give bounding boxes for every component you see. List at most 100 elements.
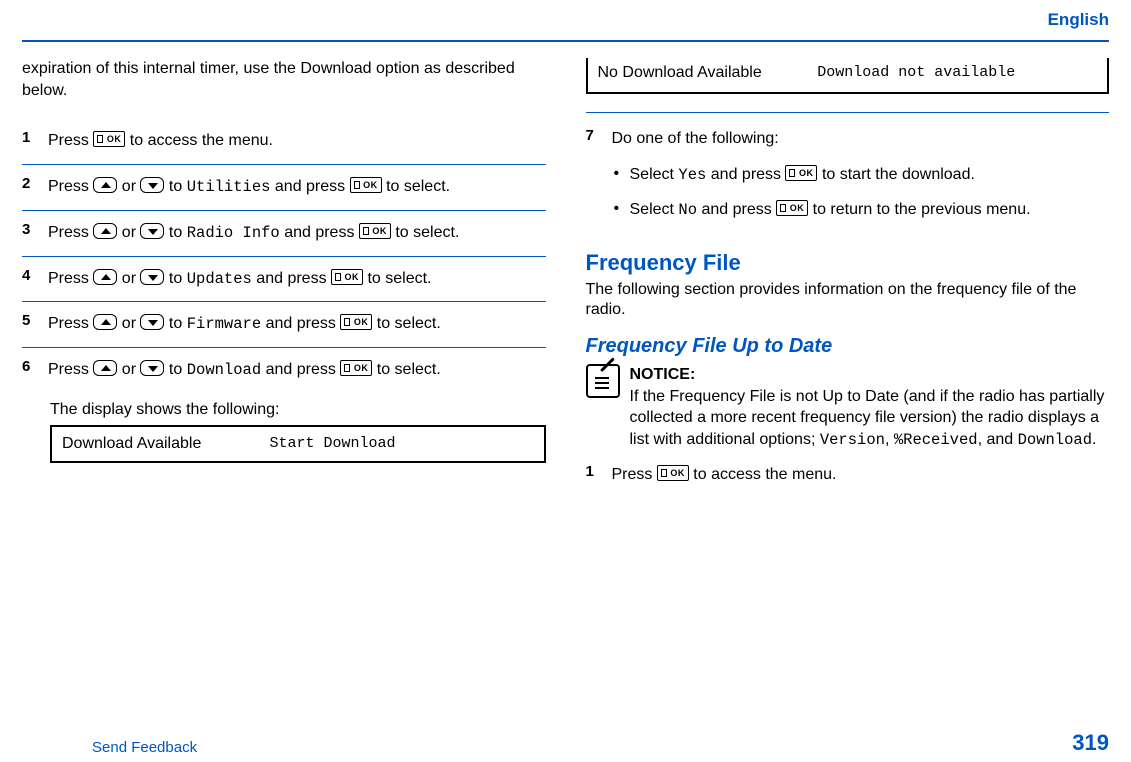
display-row: No Download Available Download not avail…	[598, 64, 1098, 82]
step-body: Press or to Firmware and press to select…	[48, 312, 546, 337]
text: Press	[48, 224, 93, 241]
right-column: No Download Available Download not avail…	[586, 58, 1110, 495]
up-arrow-icon	[93, 223, 117, 239]
menu-target: Radio Info	[187, 224, 280, 242]
step-number: 3	[22, 221, 48, 246]
ok-button-icon	[657, 465, 689, 481]
section-desc: The following section provides informati…	[586, 280, 1110, 322]
header-language: English	[22, 10, 1109, 34]
display-box-no-download: No Download Available Download not avail…	[586, 58, 1110, 94]
subsection-freq-uptodate: Frequency File Up to Date	[586, 335, 1110, 358]
freq-steps: 1 Press to access the menu.	[586, 455, 1110, 495]
text: to select.	[377, 315, 441, 332]
content-columns: expiration of this internal timer, use t…	[22, 58, 1109, 495]
notice-icon	[586, 364, 620, 398]
down-arrow-icon	[140, 223, 164, 239]
text: to	[169, 224, 187, 241]
step-number: 6	[22, 358, 48, 383]
send-feedback-link[interactable]: Send Feedback	[22, 739, 197, 756]
text: Press	[48, 132, 93, 149]
step-body: Press or to Radio Info and press to sele…	[48, 221, 546, 246]
divider-top	[22, 40, 1109, 42]
step-number: 7	[586, 127, 612, 228]
down-arrow-icon	[140, 360, 164, 376]
opt: Version	[820, 431, 885, 449]
text: Press	[48, 315, 93, 332]
down-arrow-icon	[140, 177, 164, 193]
text: to access the menu.	[130, 132, 273, 149]
text: and press	[266, 315, 341, 332]
option-value: Yes	[678, 166, 706, 184]
text: or	[122, 224, 141, 241]
step-number: 2	[22, 175, 48, 200]
step-body: Press or to Updates and press to select.	[48, 267, 546, 292]
option-yes: Select Yes and press to start the downlo…	[612, 158, 1110, 193]
text: Press	[612, 466, 657, 483]
menu-target: Firmware	[187, 315, 261, 333]
text: and press	[697, 201, 776, 218]
step-2: 2 Press or to Utilities and press to sel…	[22, 164, 546, 210]
step-4: 4 Press or to Updates and press to selec…	[22, 256, 546, 302]
up-arrow-icon	[93, 269, 117, 285]
text: and press	[256, 270, 331, 287]
down-arrow-icon	[140, 269, 164, 285]
opt: Download	[1018, 431, 1092, 449]
display-value: Download not available	[817, 64, 1097, 82]
text: and press	[706, 166, 785, 183]
step-body: Press to access the menu.	[48, 129, 546, 154]
step-7-wrapper: 7 Do one of the following: Select Yes an…	[586, 112, 1110, 228]
steps-list: 1 Press to access the menu. 2 Press or t…	[22, 119, 546, 393]
text: or	[122, 178, 141, 195]
text: to select.	[395, 224, 459, 241]
step-number: 1	[586, 463, 612, 487]
text: or	[122, 270, 141, 287]
step-body: Do one of the following: Select Yes and …	[612, 127, 1110, 228]
display-row: Download Available Start Download	[62, 435, 534, 453]
display-label: Download Available	[62, 435, 269, 453]
left-column: expiration of this internal timer, use t…	[22, 58, 546, 495]
ok-button-icon	[340, 314, 372, 330]
text: to	[169, 361, 187, 378]
step-body: Press to access the menu.	[612, 463, 1110, 487]
text: and press	[284, 224, 359, 241]
step-1: 1 Press to access the menu.	[22, 119, 546, 164]
ok-button-icon	[359, 223, 391, 239]
step-number: 4	[22, 267, 48, 292]
step-5: 5 Press or to Firmware and press to sele…	[22, 301, 546, 347]
step-body: Press or to Download and press to select…	[48, 358, 546, 383]
notice-label: NOTICE:	[630, 366, 696, 383]
text: to	[169, 270, 187, 287]
text: to	[169, 178, 187, 195]
text: Press	[48, 178, 93, 195]
text: to return to the previous menu.	[813, 201, 1031, 218]
text: or	[122, 315, 141, 332]
up-arrow-icon	[93, 314, 117, 330]
text: Do one of the following:	[612, 130, 779, 147]
opt: %Received	[894, 431, 978, 449]
page-footer: Send Feedback 319	[22, 730, 1109, 756]
notice-block: NOTICE: If the Frequency File is not Up …	[586, 364, 1110, 451]
text: , and	[978, 431, 1018, 448]
text: to select.	[386, 178, 450, 195]
text: to access the menu.	[693, 466, 836, 483]
menu-target: Utilities	[187, 178, 271, 196]
text: to select.	[377, 361, 441, 378]
ok-button-icon	[331, 269, 363, 285]
up-arrow-icon	[93, 177, 117, 193]
menu-target: Download	[187, 361, 261, 379]
option-no: Select No and press to return to the pre…	[612, 193, 1110, 228]
ok-button-icon	[776, 200, 808, 216]
step-3: 3 Press or to Radio Info and press to se…	[22, 210, 546, 256]
option-value: No	[678, 201, 697, 219]
step-6: 6 Press or to Download and press to sele…	[22, 347, 546, 393]
display-value: Start Download	[269, 435, 533, 453]
text: ,	[885, 431, 894, 448]
text: to	[169, 315, 187, 332]
text: .	[1092, 431, 1096, 448]
text: Press	[48, 361, 93, 378]
section-frequency-file: Frequency File	[586, 250, 1110, 276]
step6-result: The display shows the following:	[50, 401, 546, 419]
display-box-available: Download Available Start Download	[50, 425, 546, 463]
step7-options: Select Yes and press to start the downlo…	[612, 158, 1110, 227]
ok-button-icon	[340, 360, 372, 376]
